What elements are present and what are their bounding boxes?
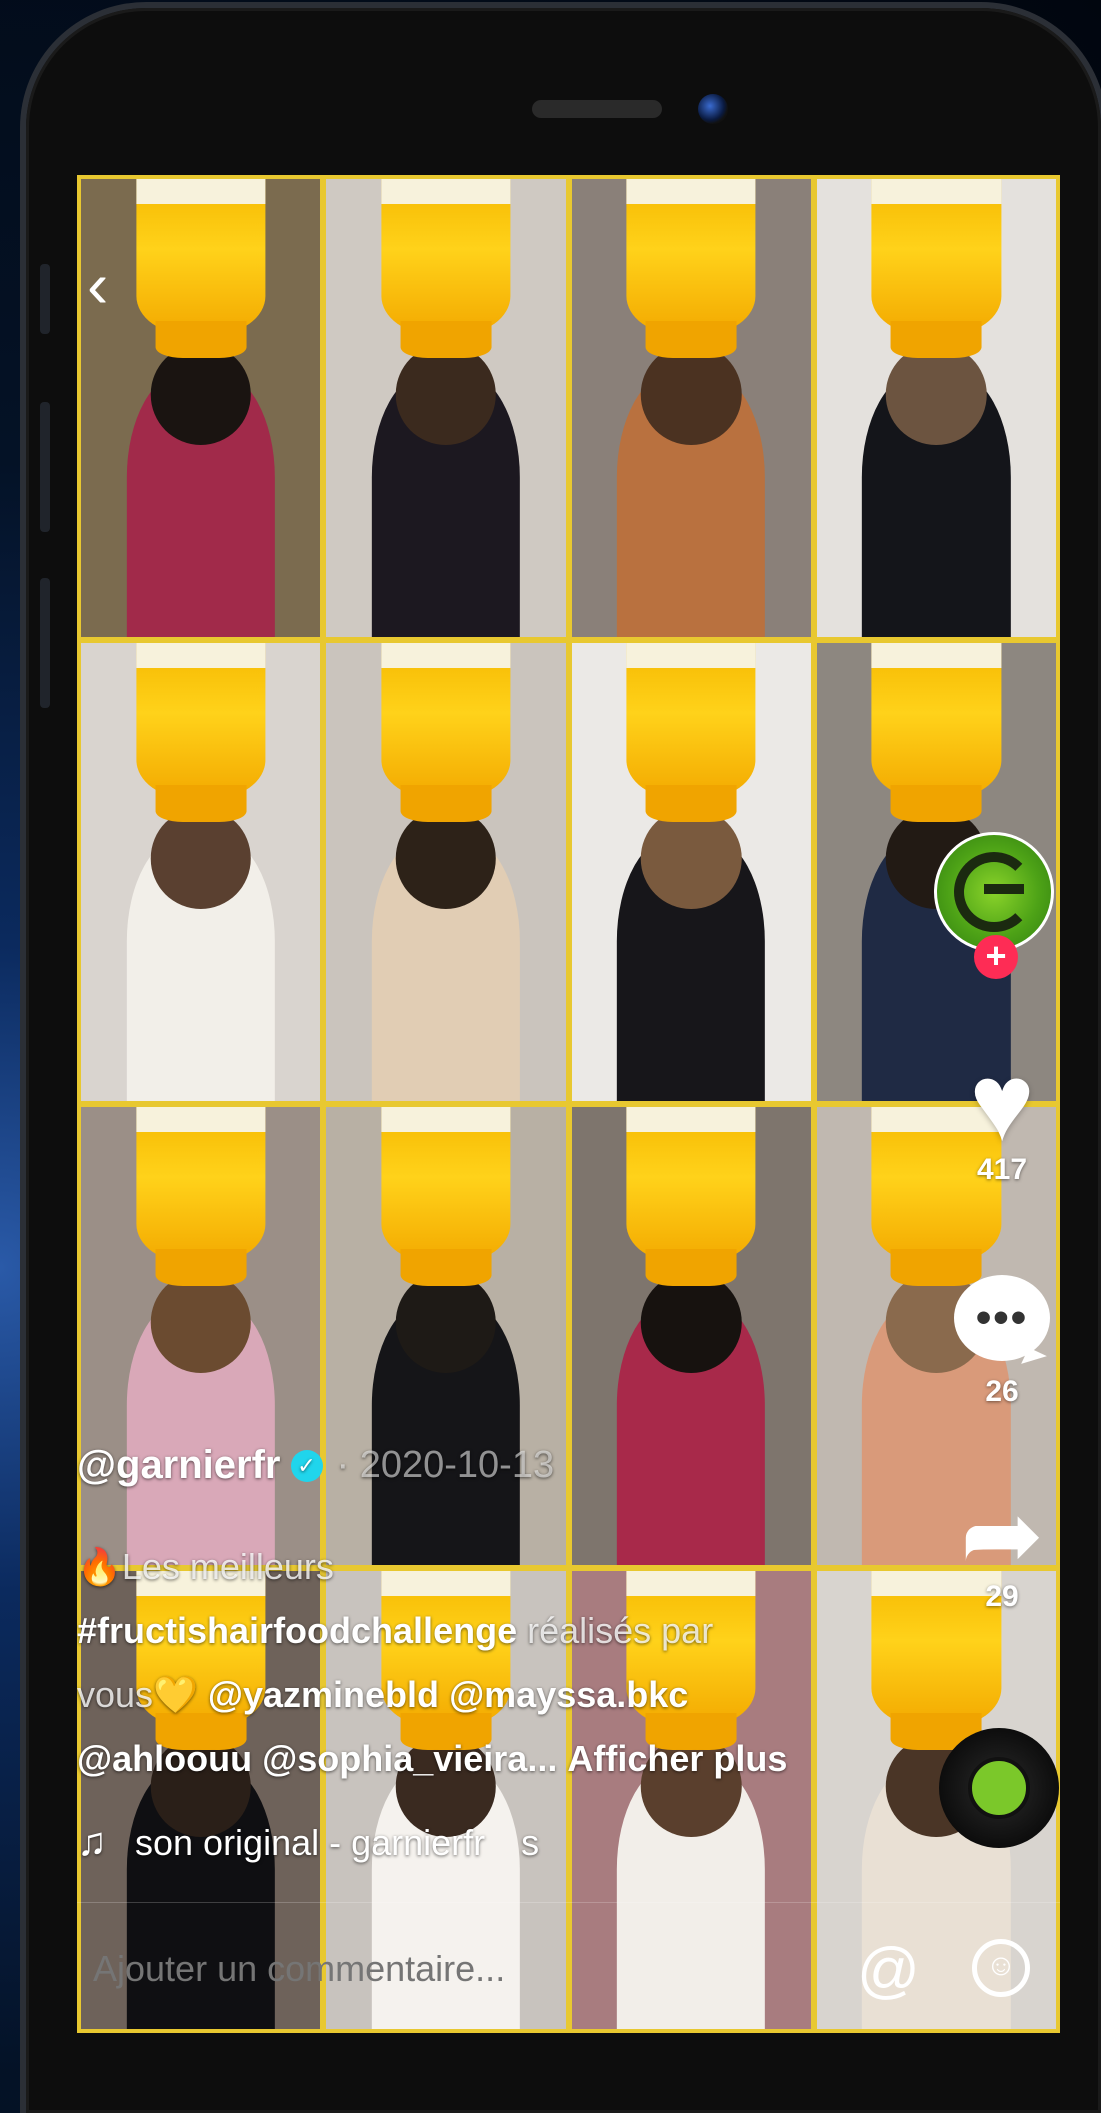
caption-continuation: réalisés par — [527, 1610, 714, 1651]
phone-volume-up — [40, 402, 50, 532]
caption-line-1: 🔥Les meilleurs — [77, 1535, 837, 1599]
phone-speaker — [532, 100, 662, 118]
yellow-heart-emoji: 💛 — [153, 1674, 198, 1715]
post-caption: 🔥Les meilleurs #fructishairfoodchallenge… — [77, 1535, 837, 1791]
comment-button[interactable]: ••• 26 — [947, 1275, 1057, 1409]
author-username[interactable]: @garnierfr — [77, 1443, 281, 1488]
caption-line-3: vous💛 @yazminebld @mayssa.bkc — [77, 1663, 837, 1727]
caption-line-2: #fructishairfoodchallenge réalisés par — [77, 1599, 837, 1663]
caption-text: Les meilleurs — [121, 1546, 334, 1587]
mention-link[interactable]: @sophia_vieira... — [262, 1738, 557, 1779]
music-title: son original - garnierfr — [135, 1821, 486, 1863]
garnier-logo-icon — [954, 852, 1034, 932]
music-title-scroll: s — [521, 1821, 540, 1863]
mention-link[interactable]: @yazminebld — [208, 1674, 439, 1715]
comment-bar: @ ☺ — [77, 1902, 1060, 2033]
music-disc-button[interactable] — [939, 1728, 1059, 1848]
music-note-icon: ♫ — [77, 1820, 107, 1864]
comment-bubble-icon: ••• — [954, 1275, 1050, 1361]
see-more-link[interactable]: Afficher plus — [567, 1738, 787, 1779]
like-button[interactable]: ♥ 417 — [947, 1041, 1057, 1187]
phone-camera — [698, 94, 728, 124]
author-line: @garnierfr ✓ · 2020-10-13 — [77, 1443, 554, 1488]
caption-line-4: @ahloouu @sophia_vieira... Afficher plus — [77, 1727, 837, 1791]
hashtag-link[interactable]: #fructishairfoodchallenge — [77, 1610, 517, 1651]
sound-avatar-icon — [968, 1757, 1030, 1819]
comment-input[interactable] — [91, 1947, 695, 1991]
back-button[interactable]: ‹ — [87, 253, 137, 317]
mention-at-icon[interactable]: @ — [857, 1935, 920, 2006]
video-overlay: ‹ + ♥ 417 ••• 26 ➦ 29 @garnierfr ✓ · 202… — [77, 175, 1060, 2033]
emoji-smiley-icon[interactable]: ☺ — [972, 1939, 1030, 1997]
heart-icon: ♥ — [969, 1041, 1035, 1164]
mention-link[interactable]: @ahloouu — [77, 1738, 252, 1779]
creator-avatar[interactable] — [934, 832, 1054, 952]
fire-emoji: 🔥 — [77, 1546, 122, 1587]
post-date: · 2020-10-13 — [336, 1444, 555, 1486]
verified-badge-icon: ✓ — [290, 1449, 323, 1482]
share-arrow-icon: ➦ — [960, 1479, 1044, 1591]
mention-link[interactable]: @mayssa.bkc — [449, 1674, 688, 1715]
phone-side-button — [40, 264, 50, 334]
comment-count: 26 — [985, 1375, 1019, 1408]
like-count: 417 — [976, 1153, 1028, 1186]
caption-vous: vous — [77, 1674, 154, 1715]
phone-volume-down — [40, 578, 50, 708]
follow-button[interactable]: + — [974, 935, 1018, 979]
share-button[interactable]: ➦ 29 — [947, 1479, 1057, 1614]
video-screen[interactable]: ‹ + ♥ 417 ••• 26 ➦ 29 @garnierfr ✓ · 202… — [77, 175, 1060, 2033]
music-info[interactable]: ♫ son original - garnierfr s — [77, 1820, 539, 1865]
